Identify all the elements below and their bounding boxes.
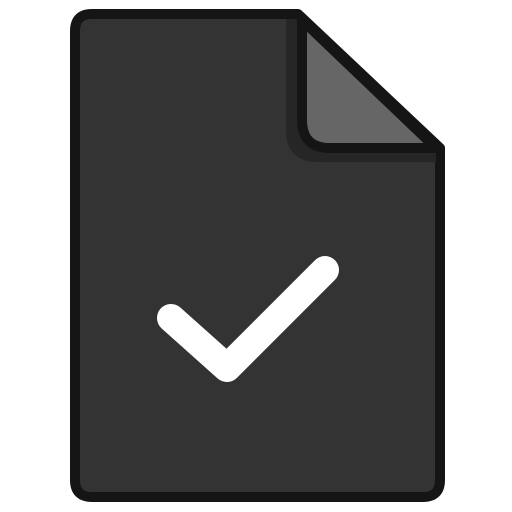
document-body [70, 9, 445, 502]
icon-canvas [0, 0, 512, 512]
folded-corner [297, 15, 441, 153]
file-check-icon [70, 9, 445, 502]
